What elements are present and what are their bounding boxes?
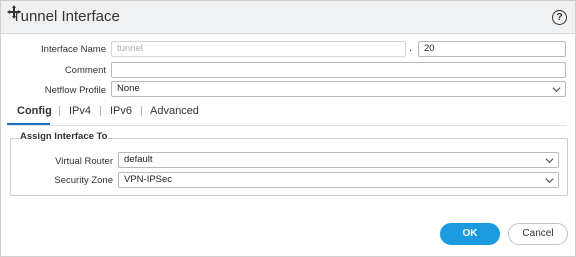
help-icon[interactable]: ? xyxy=(552,10,567,25)
tab-advanced[interactable]: Advanced xyxy=(150,105,199,117)
assign-interface-legend: Assign Interface To xyxy=(19,131,109,142)
chevron-down-icon xyxy=(552,87,561,93)
tabs-divider xyxy=(7,125,567,126)
comment-input[interactable] xyxy=(111,62,566,78)
tunnel-interface-dialog: Tunnel Interface ? Interface Name tunnel… xyxy=(0,0,576,257)
security-zone-select[interactable]: VPN-IPSec xyxy=(118,172,559,188)
netflow-profile-value: None xyxy=(117,83,140,94)
interface-name-separator: . xyxy=(409,42,413,54)
tab-separator: | xyxy=(99,105,102,117)
ok-button[interactable]: OK xyxy=(440,223,500,245)
tab-ipv6[interactable]: IPv6 xyxy=(110,105,132,117)
virtual-router-select[interactable]: default xyxy=(118,152,559,168)
tab-ipv4[interactable]: IPv4 xyxy=(69,105,91,117)
security-zone-value: VPN-IPSec xyxy=(124,174,173,185)
interface-name-input: tunnel xyxy=(111,41,406,57)
interface-number-input[interactable]: 20 xyxy=(418,41,566,57)
netflow-profile-select[interactable]: None xyxy=(111,81,566,97)
tab-config[interactable]: Config xyxy=(17,105,52,117)
cancel-button[interactable]: Cancel xyxy=(508,223,568,245)
dialog-title: Tunnel Interface xyxy=(12,8,120,25)
virtual-router-label: Virtual Router xyxy=(55,156,113,167)
chevron-down-icon xyxy=(545,178,554,184)
interface-name-label: Interface Name xyxy=(41,44,106,55)
dialog-titlebar[interactable]: Tunnel Interface ? xyxy=(1,1,575,34)
netflow-profile-label: Netflow Profile xyxy=(44,85,106,96)
virtual-router-value: default xyxy=(124,154,153,165)
chevron-down-icon xyxy=(545,158,554,164)
tab-separator: | xyxy=(140,105,143,117)
tab-separator: | xyxy=(58,105,61,117)
security-zone-label: Security Zone xyxy=(54,175,113,186)
comment-label: Comment xyxy=(64,65,106,76)
